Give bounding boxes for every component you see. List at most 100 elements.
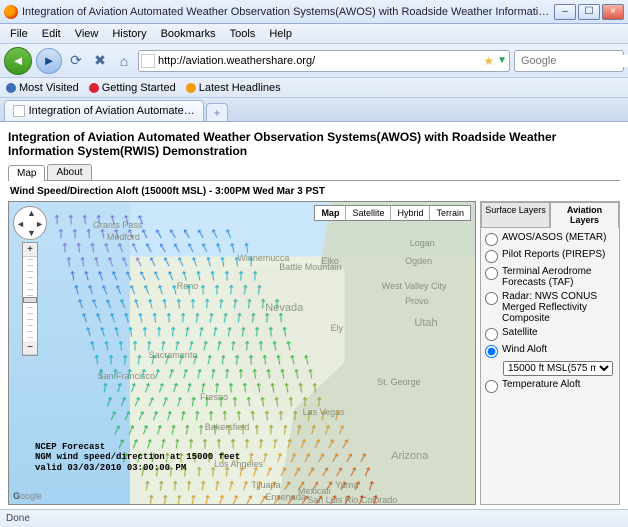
label-westvalley: West Valley City <box>382 281 447 291</box>
home-button[interactable]: ⌂ <box>114 51 134 71</box>
minimize-button[interactable]: – <box>554 4 576 20</box>
label-logan: Logan <box>410 238 435 248</box>
forward-button[interactable]: ► <box>36 48 62 74</box>
stop-button[interactable]: ✖ <box>90 51 110 71</box>
tab-strip: Integration of Aviation Automated ... + <box>0 98 628 122</box>
app-tabs: Map About <box>8 164 620 181</box>
tab-about[interactable]: About <box>47 164 91 180</box>
label-sacramento: Sacramento <box>149 350 198 360</box>
pan-down-icon[interactable]: ▼ <box>27 228 36 238</box>
label-reno: Reno <box>177 281 199 291</box>
layer-label-sat[interactable]: Satellite <box>502 327 615 338</box>
window-titlebar: Integration of Aviation Automated Weathe… <box>0 0 628 24</box>
browser-tab[interactable]: Integration of Aviation Automated ... <box>4 100 204 121</box>
layer-radio-taf[interactable] <box>485 267 498 280</box>
bookmark-label: Most Visited <box>19 82 79 94</box>
page-icon <box>89 83 99 93</box>
label-nevada: Nevada <box>265 302 303 314</box>
layer-label-temp[interactable]: Temperature Aloft <box>502 379 615 390</box>
wind-arrow-icon: ↑ <box>173 504 192 505</box>
layer-label-radar[interactable]: Radar: NWS CONUS Merged Reflectivity Com… <box>502 291 615 324</box>
maptype-map[interactable]: Map <box>315 206 346 220</box>
zoom-in-button[interactable]: + <box>23 243 37 257</box>
bookmarks-toolbar: Most Visited Getting Started Latest Head… <box>0 78 628 98</box>
status-text: Done <box>6 513 30 524</box>
tab-aviation-layers[interactable]: Aviation Layers <box>550 202 619 228</box>
label-provo: Provo <box>405 296 429 306</box>
label-sanluisrio: San Luis Rio Colorado <box>307 495 397 505</box>
layer-radio-sat[interactable] <box>485 328 498 341</box>
layer-radio-pirep[interactable] <box>485 250 498 263</box>
pan-up-icon[interactable]: ▲ <box>27 208 36 218</box>
tab-surface-layers[interactable]: Surface Layers <box>481 202 550 228</box>
menu-bookmarks[interactable]: Bookmarks <box>155 26 222 42</box>
label-yuma: Yuma <box>335 480 358 490</box>
bookmark-getting-started[interactable]: Getting Started <box>89 82 176 94</box>
bookmark-label: Getting Started <box>102 82 176 94</box>
menu-help[interactable]: Help <box>263 26 298 42</box>
label-fresno: Fresno <box>200 392 228 402</box>
menu-edit[interactable]: Edit <box>36 26 67 42</box>
search-bar[interactable] <box>514 50 624 72</box>
google-logo: Google <box>13 491 42 501</box>
bookmark-star-icon[interactable]: ★ <box>483 54 494 68</box>
map-nav-control: ▲ ▼ ◄ ► + − <box>13 206 47 356</box>
reload-button[interactable]: ⟳ <box>66 51 86 71</box>
forecast-line3: valid 03/03/2010 03:00:00 PM <box>35 463 240 474</box>
rss-icon <box>186 83 196 93</box>
layer-taf: Terminal Aerodrome Forecasts (TAF) <box>485 266 615 288</box>
pan-control[interactable]: ▲ ▼ ◄ ► <box>13 206 47 240</box>
tab-label: Integration of Aviation Automated ... <box>29 105 195 117</box>
zoom-handle[interactable] <box>23 297 37 303</box>
layer-sat: Satellite <box>485 327 615 341</box>
url-dropdown-icon[interactable]: ▼ <box>497 55 507 66</box>
layers-panel: Surface Layers Aviation Layers AWOS/ASOS… <box>480 201 620 505</box>
zoom-track[interactable] <box>27 259 33 339</box>
map-canvas[interactable]: Nevada Utah Arizona Las Vegas Sacramento… <box>8 201 476 505</box>
page-title: Integration of Aviation Automated Weathe… <box>8 130 620 158</box>
layer-radar: Radar: NWS CONUS Merged Reflectivity Com… <box>485 291 615 324</box>
maptype-terrain[interactable]: Terrain <box>430 206 470 220</box>
menu-file[interactable]: File <box>4 26 34 42</box>
layer-label-taf[interactable]: Terminal Aerodrome Forecasts (TAF) <box>502 266 615 288</box>
window-title: Integration of Aviation Automated Weathe… <box>22 6 550 18</box>
layer-radio-temp[interactable] <box>485 380 498 393</box>
close-button[interactable]: × <box>602 4 624 20</box>
wind-level-select[interactable]: 15000 ft MSL(575 mb) <box>503 361 613 376</box>
url-input[interactable] <box>158 55 480 67</box>
layer-radio-wind[interactable] <box>485 345 498 358</box>
label-sanfrancisco: San Francisco <box>98 371 156 381</box>
zoom-out-button[interactable]: − <box>23 341 37 355</box>
label-elko: Elko <box>321 256 339 266</box>
back-button[interactable]: ◄ <box>4 47 32 75</box>
new-tab-button[interactable]: + <box>206 103 228 121</box>
label-grantspass: Grants Pass <box>93 220 143 230</box>
bookmark-latest-headlines[interactable]: Latest Headlines <box>186 82 281 94</box>
label-lasvegas: Las Vegas <box>303 407 345 417</box>
zoom-control: + − <box>22 242 38 356</box>
bookmark-most-visited[interactable]: Most Visited <box>6 82 79 94</box>
layer-pirep: Pilot Reports (PIREPS) <box>485 249 615 263</box>
layer-label-awos[interactable]: AWOS/ASOS (METAR) <box>502 232 615 243</box>
search-input[interactable] <box>521 55 628 67</box>
maptype-satellite[interactable]: Satellite <box>346 206 391 220</box>
maptype-hybrid[interactable]: Hybrid <box>391 206 430 220</box>
menu-history[interactable]: History <box>106 26 152 42</box>
menu-view[interactable]: View <box>69 26 105 42</box>
map-subtitle: Wind Speed/Direction Aloft (15000ft MSL)… <box>8 183 620 201</box>
layer-awos: AWOS/ASOS (METAR) <box>485 232 615 246</box>
maximize-button[interactable]: ☐ <box>578 4 600 20</box>
label-arizona: Arizona <box>391 450 428 462</box>
pan-left-icon[interactable]: ◄ <box>16 219 25 229</box>
layer-label-wind[interactable]: Wind Aloft <box>502 344 615 355</box>
layer-radio-radar[interactable] <box>485 292 498 305</box>
label-ogden: Ogden <box>405 256 432 266</box>
tab-map[interactable]: Map <box>8 165 45 181</box>
menu-tools[interactable]: Tools <box>224 26 262 42</box>
pan-right-icon[interactable]: ► <box>35 219 44 229</box>
url-bar[interactable]: ★ ▼ <box>138 50 510 72</box>
layer-radio-awos[interactable] <box>485 233 498 246</box>
label-bakersfield: Bakersfield <box>205 422 250 432</box>
layer-label-pirep[interactable]: Pilot Reports (PIREPS) <box>502 249 615 260</box>
label-tijuana: Tijuana <box>251 480 280 490</box>
